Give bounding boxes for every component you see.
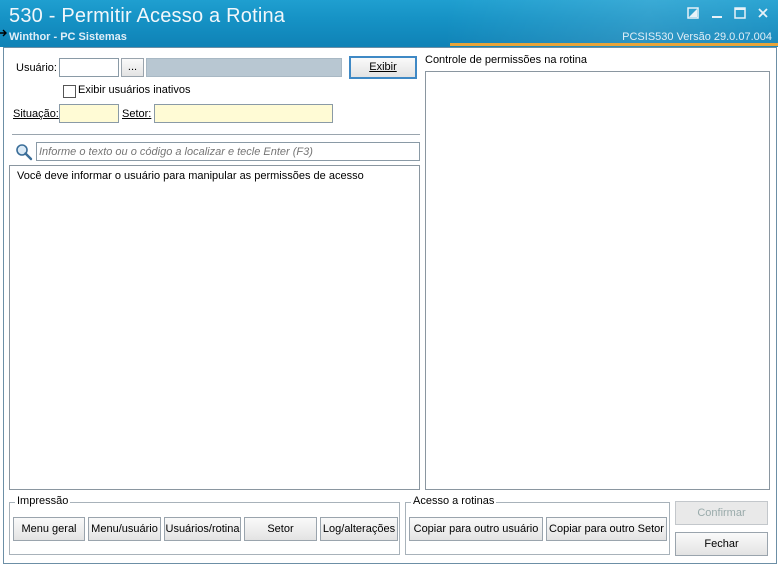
- close-icon[interactable]: [754, 6, 772, 22]
- setor-input[interactable]: [154, 104, 333, 123]
- separator: [12, 134, 420, 135]
- impressao-group: Impressão Menu geral Menu/usuário Usuári…: [9, 495, 400, 555]
- usuarios-rotina-button[interactable]: Usuários/rotina: [164, 517, 241, 541]
- copiar-setor-button[interactable]: Copiar para outro Setor: [546, 517, 667, 541]
- impressao-title: Impressão: [15, 495, 71, 507]
- title-accent-line: [450, 43, 778, 46]
- acesso-title: Acesso a rotinas: [411, 495, 497, 507]
- situacao-label: Situação:: [13, 108, 59, 120]
- copiar-usuario-button[interactable]: Copiar para outro usuário: [409, 517, 543, 541]
- confirmar-button[interactable]: Confirmar: [675, 501, 768, 525]
- restore-icon[interactable]: [684, 6, 702, 22]
- fechar-button[interactable]: Fechar: [675, 532, 768, 556]
- setor-button[interactable]: Setor: [244, 517, 317, 541]
- inativos-checkbox[interactable]: [63, 85, 76, 98]
- mouse-cursor-icon: [0, 27, 10, 41]
- log-alteracoes-button[interactable]: Log/alterações: [320, 517, 398, 541]
- usuario-code-input[interactable]: [59, 58, 119, 77]
- menu-usuario-button[interactable]: Menu/usuário: [88, 517, 161, 541]
- permissions-title: Controle de permissões na rotina: [425, 54, 588, 66]
- search-input[interactable]: [36, 142, 420, 161]
- exibir-button-label: Exibir: [369, 61, 397, 73]
- situacao-input[interactable]: [59, 104, 119, 123]
- version-label: PCSIS530 Versão 29.0.07.004: [622, 31, 772, 43]
- browse-usuario-button[interactable]: ...: [121, 58, 144, 77]
- menu-geral-button[interactable]: Menu geral: [13, 517, 85, 541]
- permissions-panel[interactable]: [425, 71, 770, 490]
- setor-label: Setor:: [122, 108, 152, 120]
- main-content: Usuário: ... Exibir Exibir usuários inat…: [3, 47, 777, 564]
- maximize-icon[interactable]: [731, 6, 749, 22]
- title-bar: 530 - Permitir Acesso a Rotina Winthor -…: [0, 0, 778, 47]
- info-message: Você deve informar o usuário para manipu…: [17, 170, 364, 182]
- left-list-panel[interactable]: Você deve informar o usuário para manipu…: [9, 165, 420, 490]
- exibir-button[interactable]: Exibir: [349, 56, 417, 79]
- window-subtitle: Winthor - PC Sistemas: [9, 31, 127, 43]
- usuario-label: Usuário:: [16, 62, 57, 74]
- window-title: 530 - Permitir Acesso a Rotina: [9, 5, 286, 27]
- search-icon[interactable]: [15, 143, 33, 161]
- minimize-icon[interactable]: [708, 6, 726, 22]
- usuario-name-field: [146, 58, 342, 77]
- acesso-group: Acesso a rotinas Copiar para outro usuár…: [405, 495, 670, 555]
- inativos-label: Exibir usuários inativos: [78, 84, 191, 96]
